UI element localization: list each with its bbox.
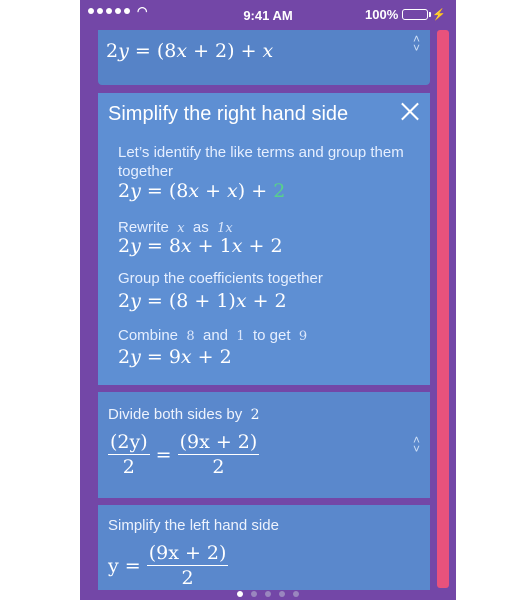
previous-step-card[interactable]: 2y = (8x + 2) + x ˄ ˅ <box>98 30 430 85</box>
substep-3-equation: 2y = (8 + 1)x + 2 <box>118 290 287 312</box>
page-indicator <box>80 591 456 597</box>
simplify-left-step-card[interactable]: Simplify the left hand side y = (9x + 2)… <box>98 505 430 590</box>
substep-3-text: Group the coefficients together <box>118 270 323 287</box>
substep-2-equation: 2y = 8x + 1x + 2 <box>118 235 283 257</box>
divide-step-card[interactable]: Divide both sides by 2 (2y) 2 = (9x + 2) 2… <box>98 392 430 498</box>
substep-1-equation: 2y = (8x + x) + 2 <box>118 180 286 202</box>
divide-step-equation: (2y) 2 = (9x + 2) 2 <box>108 431 260 478</box>
divide-step-label: Divide both sides by 2 <box>108 406 260 423</box>
simplify-left-equation: y = (9x + 2) 2 <box>108 542 229 589</box>
status-bar: ◠ 9:41 AM 100% ⚡ <box>80 0 456 30</box>
battery-icon <box>402 9 432 20</box>
battery-percent: 100% <box>365 7 399 22</box>
battery-indicator: 100% ⚡ <box>365 7 446 22</box>
expand-collapse-icon[interactable]: ˄ ˅ <box>413 33 420 54</box>
step-title: Simplify the right hand side <box>108 103 349 125</box>
expand-collapse-icon[interactable]: ˄ ˅ <box>413 434 420 455</box>
substep-1-text: Let’s identify the like terms and group … <box>118 144 404 180</box>
page-dot[interactable] <box>293 591 299 597</box>
substep-4-equation: 2y = 9x + 2 <box>118 346 232 368</box>
close-icon[interactable] <box>400 101 420 121</box>
phone-screen: ◠ 9:41 AM 100% ⚡ 2y = (8x + 2) + x ˄ ˅ Si… <box>80 0 456 600</box>
page-dot[interactable] <box>237 591 243 597</box>
charging-icon: ⚡ <box>432 9 446 21</box>
scroll-accent-bar <box>437 30 449 588</box>
page-dot[interactable] <box>265 591 271 597</box>
previous-equation: 2y = (8x + 2) + x <box>106 40 274 62</box>
active-step-card: Simplify the right hand side Let’s ident… <box>98 93 430 385</box>
page-dot[interactable] <box>251 591 257 597</box>
substep-4-text: Combine 8 and 1 to get 9 <box>118 327 308 344</box>
page-dot[interactable] <box>279 591 285 597</box>
simplify-left-label: Simplify the left hand side <box>108 517 279 534</box>
